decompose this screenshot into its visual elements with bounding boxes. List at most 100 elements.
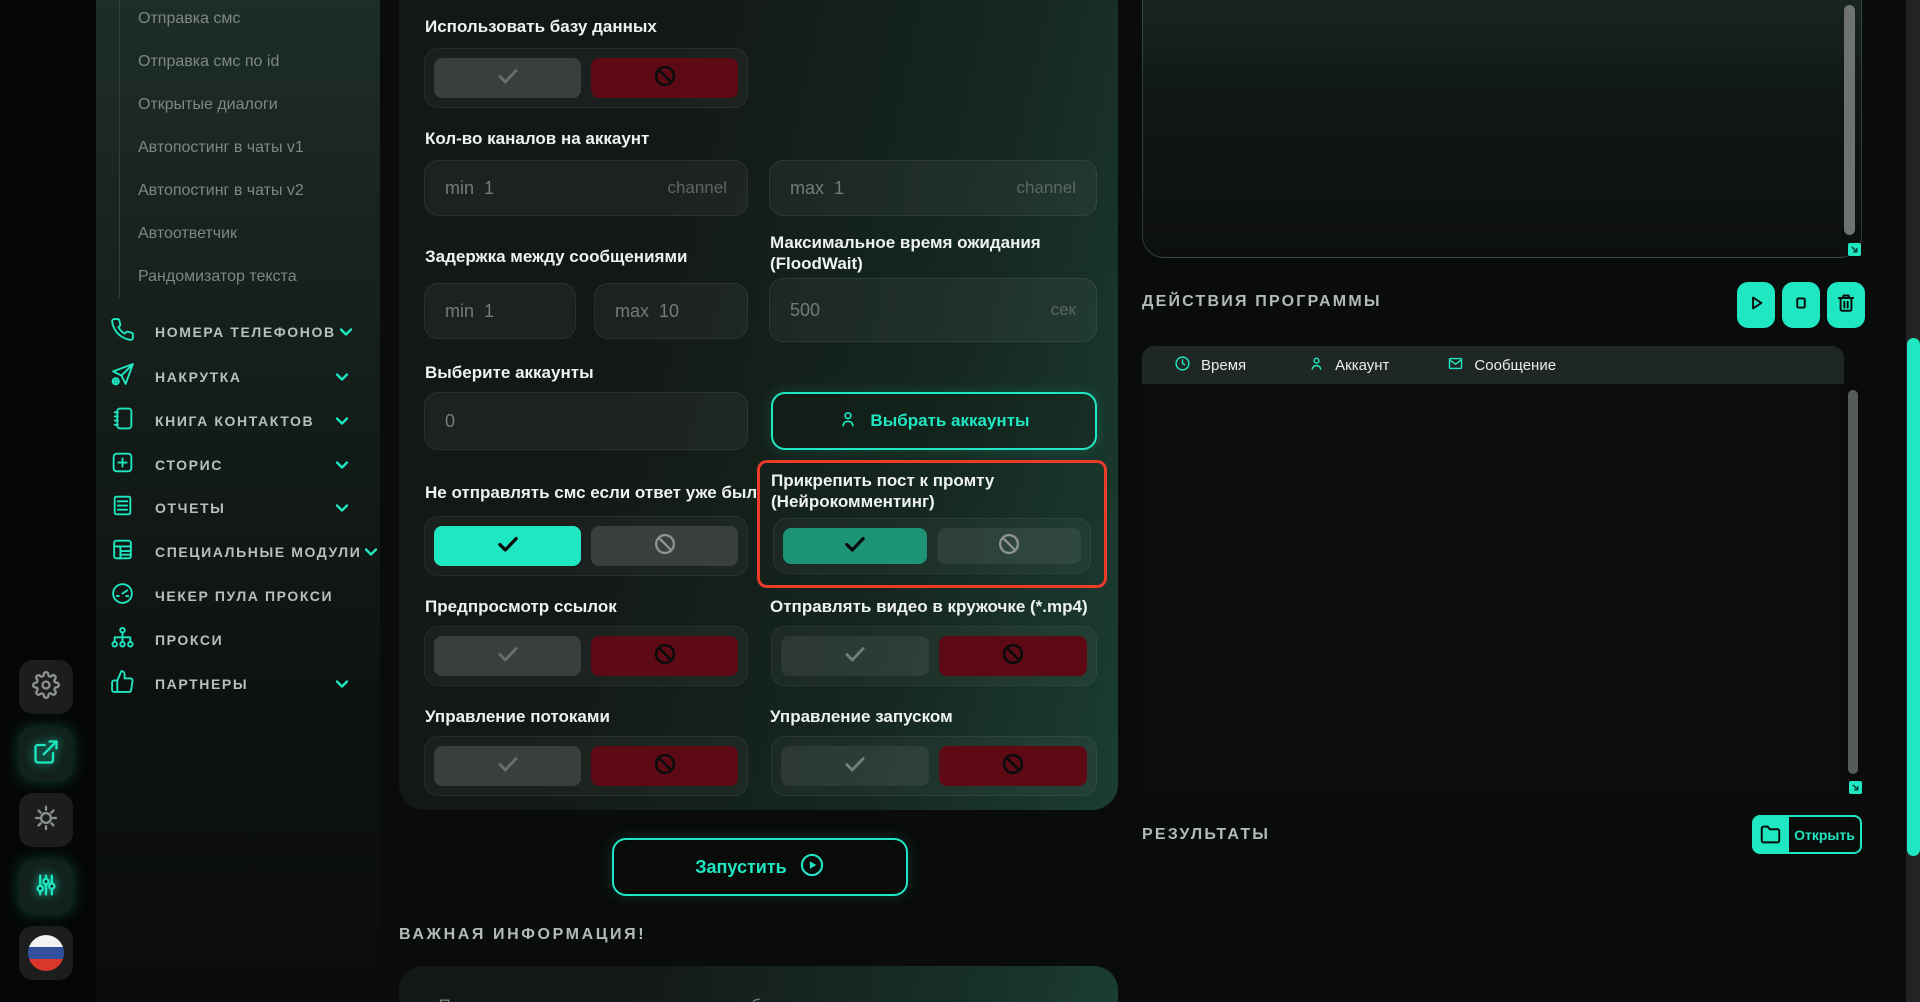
sidebar-item-autopost-v1[interactable]: Автопостинг в чаты v1 — [138, 139, 304, 163]
launch-control-label: Управление запуском — [770, 706, 953, 727]
allow-button[interactable] — [434, 58, 581, 98]
external-window-button[interactable] — [19, 727, 73, 781]
app-root: Отправка смс Отправка смс по id Открытые… — [0, 0, 1920, 1002]
sidebar-item-randomizer[interactable]: Рандомизатор текста — [138, 268, 297, 292]
open-results-label: Открыть — [1789, 815, 1862, 854]
chevron-down-icon[interactable] — [361, 542, 381, 562]
channels-min-field[interactable]: channel — [424, 160, 748, 216]
modules-icon — [110, 537, 135, 567]
console-scrollbar[interactable] — [1844, 5, 1855, 235]
allow-button[interactable] — [434, 636, 581, 676]
important-info-title: ВАЖНАЯ ИНФОРМАЦИЯ! — [399, 926, 646, 944]
language-button[interactable] — [19, 926, 73, 980]
contacts-book-icon — [110, 406, 135, 436]
sidebar-section-stories[interactable]: СТОРИС — [110, 451, 366, 479]
phone-icon — [110, 317, 135, 347]
start-log-button[interactable] — [1737, 282, 1775, 328]
settings-button[interactable] — [19, 660, 73, 714]
floodwait-input[interactable] — [790, 300, 1043, 321]
theme-button[interactable] — [19, 793, 73, 847]
stop-log-button[interactable] — [1782, 282, 1820, 328]
channels-min-input[interactable] — [445, 178, 659, 199]
chevron-down-icon[interactable] — [332, 367, 352, 387]
delay-min-field[interactable] — [424, 283, 576, 339]
chevron-down-icon[interactable] — [336, 322, 356, 342]
sidebar-item-send-sms[interactable]: Отправка смс — [138, 10, 240, 34]
check-icon — [495, 751, 521, 782]
filters-button[interactable] — [19, 860, 73, 914]
log-table-header: Время Аккаунт Сообщение — [1142, 346, 1844, 384]
allow-button[interactable] — [434, 746, 581, 786]
accounts-count-field[interactable] — [424, 392, 748, 450]
section-label: ОТЧЕТЫ — [155, 500, 332, 516]
allow-button[interactable] — [781, 746, 929, 786]
log-table-body — [1142, 384, 1844, 794]
sidebar-item-autoresponder[interactable]: Автоответчик — [138, 225, 237, 249]
channels-max-field[interactable]: channel — [769, 160, 1097, 216]
gear-icon — [32, 671, 60, 704]
play-circle-icon — [799, 852, 825, 883]
sidebar-section-reports[interactable]: ОТЧЕТЫ — [110, 494, 366, 522]
chevron-down-icon[interactable] — [332, 411, 352, 431]
check-icon — [495, 641, 521, 672]
check-icon — [842, 751, 868, 782]
delay-max-field[interactable] — [594, 283, 748, 339]
ban-icon — [652, 63, 678, 94]
select-accounts-label: Выбрать аккаунты — [870, 411, 1029, 431]
sidebar-item-send-sms-id[interactable]: Отправка смс по id — [138, 53, 279, 77]
sidebar-section-partners[interactable]: ПАРТНЕРЫ — [110, 670, 366, 698]
ban-icon — [1000, 751, 1026, 782]
allow-button[interactable] — [781, 636, 929, 676]
select-accounts-button[interactable]: Выбрать аккаунты — [771, 392, 1097, 450]
sidebar-section-special-modules[interactable]: СПЕЦИАЛЬНЫЕ МОДУЛИ — [110, 538, 366, 566]
log-resize-handle[interactable] — [1849, 781, 1862, 794]
open-results-button[interactable]: Открыть — [1752, 815, 1862, 854]
col-message-label: Сообщение — [1474, 357, 1556, 374]
console-resize-handle[interactable] — [1848, 243, 1861, 256]
thread-control-toggle — [424, 736, 748, 796]
section-label: КНИГА КОНТАКТОВ — [155, 413, 332, 429]
page-scrollbar-thumb[interactable] — [1907, 338, 1920, 856]
channels-max-input[interactable] — [790, 178, 1008, 199]
delay-label: Задержка между сообщениями — [425, 246, 755, 267]
gauge-icon — [110, 581, 135, 611]
deny-button[interactable] — [939, 746, 1087, 786]
deny-button[interactable] — [591, 58, 738, 98]
section-label: СТОРИС — [155, 457, 332, 473]
accounts-count-input[interactable] — [445, 411, 727, 432]
deny-button[interactable] — [591, 746, 738, 786]
sidebar-section-proxy[interactable]: ПРОКСИ — [110, 626, 366, 654]
sidebar-section-proxy-checker[interactable]: ЧЕКЕР ПУЛА ПРОКСИ — [110, 582, 366, 610]
log-scrollbar[interactable] — [1848, 390, 1858, 774]
clear-log-button[interactable] — [1827, 282, 1865, 328]
deny-button[interactable] — [937, 528, 1081, 564]
sidebar-item-autopost-v2[interactable]: Автопостинг в чаты v2 — [138, 182, 304, 206]
check-icon — [495, 531, 521, 562]
col-time: Время — [1174, 355, 1246, 376]
boost-icon — [110, 362, 135, 392]
check-icon — [495, 63, 521, 94]
delay-max-input[interactable] — [615, 301, 727, 322]
run-button[interactable]: Запустить — [612, 838, 908, 896]
sidebar-section-phone-numbers[interactable]: НОМЕРА ТЕЛЕФОНОВ — [110, 318, 366, 346]
chevron-down-icon[interactable] — [332, 455, 352, 475]
deny-button[interactable] — [939, 636, 1087, 676]
deny-button[interactable] — [591, 636, 738, 676]
chevron-down-icon[interactable] — [332, 674, 352, 694]
channels-label: Кол-во каналов на аккаунт — [425, 128, 649, 149]
sidebar-item-open-dialogs[interactable]: Открытые диалоги — [138, 96, 278, 120]
deny-button[interactable] — [591, 526, 738, 566]
allow-button[interactable] — [434, 526, 581, 566]
clock-icon — [1174, 355, 1191, 376]
floodwait-field[interactable]: сек — [769, 278, 1097, 342]
sidebar-section-boost[interactable]: НАКРУТКА — [110, 363, 366, 391]
allow-button[interactable] — [783, 528, 927, 564]
col-message: Сообщение — [1447, 355, 1556, 376]
link-preview-toggle — [424, 626, 748, 686]
icon-rail — [0, 0, 96, 1002]
use-db-toggle — [424, 48, 748, 108]
delay-min-input[interactable] — [445, 301, 555, 322]
section-label: ПАРТНЕРЫ — [155, 676, 332, 692]
sidebar-section-contacts[interactable]: КНИГА КОНТАКТОВ — [110, 407, 366, 435]
chevron-down-icon[interactable] — [332, 498, 352, 518]
